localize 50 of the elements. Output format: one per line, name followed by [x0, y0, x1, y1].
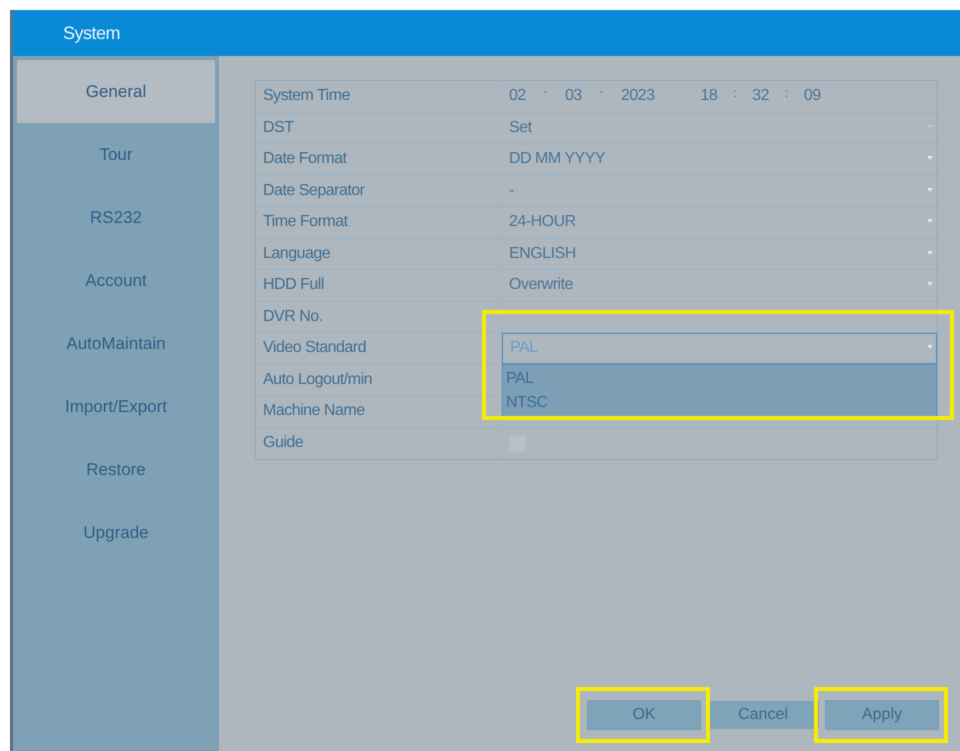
- setting-label: DST: [256, 112, 502, 143]
- time-field[interactable]: 32: [752, 84, 769, 108]
- dropdown-arrow-icon: [927, 188, 933, 192]
- setting-label: Auto Logout/min: [256, 364, 502, 395]
- dropdown-field[interactable]: 24-HOUR: [502, 207, 937, 238]
- dropdown-field[interactable]: PAL: [502, 333, 937, 364]
- sidebar-tab[interactable]: Import/Export: [17, 375, 215, 438]
- dialog-button[interactable]: Apply: [826, 701, 938, 729]
- dropdown-arrow-icon: [927, 282, 933, 286]
- time-field[interactable]: 09: [804, 84, 821, 108]
- date-field[interactable]: 2023: [620, 84, 655, 108]
- setting-label: System Time: [256, 81, 502, 112]
- sidebar-tab[interactable]: Restore: [17, 438, 215, 501]
- dropdown-arrow-icon: [927, 156, 933, 160]
- window-title: System: [63, 22, 120, 45]
- setting-label: Date Separator: [256, 176, 502, 206]
- setting-label: Video Standard: [256, 333, 502, 364]
- setting-label: Date Format: [256, 144, 502, 174]
- setting-label: Guide: [256, 428, 502, 459]
- time-field[interactable]: 18: [700, 84, 718, 108]
- dropdown-arrow-icon: [927, 250, 933, 254]
- dropdown-arrow-icon: [927, 219, 933, 223]
- dialog-button[interactable]: OK: [588, 701, 700, 729]
- time-separator: :: [784, 85, 788, 102]
- setting-label: Machine Name: [256, 396, 502, 426]
- dialog-button[interactable]: Cancel: [707, 701, 819, 729]
- sidebar-tab[interactable]: RS232: [17, 186, 215, 249]
- sidebar-tab[interactable]: Upgrade: [17, 501, 215, 564]
- dropdown-field[interactable]: -: [502, 176, 937, 206]
- setting-label: DVR No.: [256, 302, 502, 332]
- dropdown-field[interactable]: ENGLISH: [502, 238, 937, 269]
- date-field[interactable]: 02: [509, 84, 526, 108]
- sidebar-tab[interactable]: AutoMaintain: [17, 312, 215, 375]
- sidebar-tab[interactable]: General: [17, 60, 215, 123]
- dropdown-value: PAL: [510, 338, 538, 358]
- dropdown-arrow-icon: [927, 345, 933, 349]
- dropdown-field[interactable]: DD MM YYYY: [502, 144, 937, 174]
- dropdown-option[interactable]: PAL: [503, 367, 936, 391]
- sidebar-tab[interactable]: Account: [17, 249, 215, 312]
- date-field[interactable]: 03: [564, 84, 582, 108]
- sidebar-tab[interactable]: Tour: [17, 123, 215, 186]
- time-separator: :: [733, 85, 736, 102]
- setting-label: Language: [256, 238, 502, 269]
- set-button[interactable]: Set: [509, 116, 532, 140]
- date-separator: -: [600, 85, 603, 100]
- date-separator: -: [544, 85, 547, 100]
- setting-label: Time Format: [256, 207, 502, 238]
- dropdown-field[interactable]: Overwrite: [502, 270, 937, 300]
- setting-label: HDD Full: [256, 270, 502, 300]
- dropdown-option[interactable]: NTSC: [503, 391, 936, 415]
